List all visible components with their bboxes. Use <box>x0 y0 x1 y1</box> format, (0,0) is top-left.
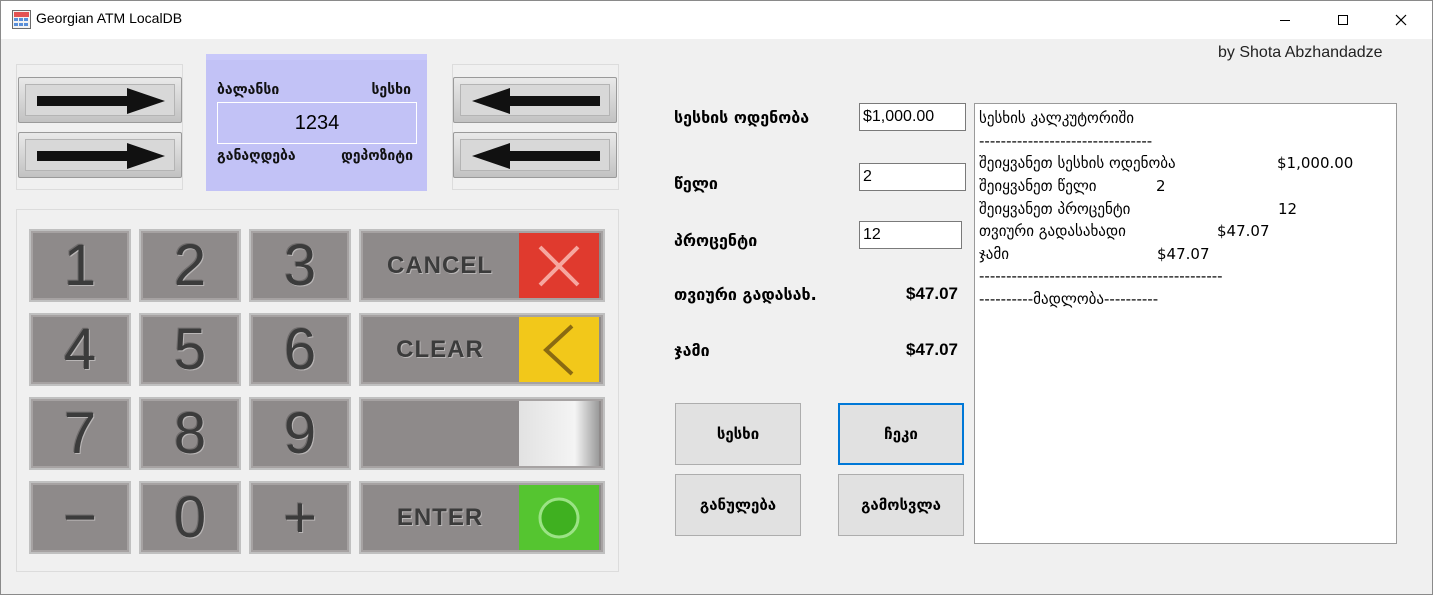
deposit-option: დეპოზიტი <box>341 148 413 164</box>
monthly-payment-value: $47.07 <box>906 284 958 303</box>
receipt-total-value: $47.07 <box>1157 245 1210 263</box>
minimize-icon <box>1280 19 1290 21</box>
close-icon <box>1395 14 1407 25</box>
key-plus[interactable]: + <box>249 481 351 554</box>
exit-button[interactable]: გამოსვლა <box>838 474 964 536</box>
arrow-left-icon <box>472 143 600 169</box>
key-8[interactable]: 8 <box>139 397 241 470</box>
receipt-years-label: შეიყვანეთ წელი <box>979 177 1097 195</box>
cancel-key[interactable]: CANCEL <box>359 229 605 302</box>
cancel-key-label: CANCEL <box>387 251 493 279</box>
total-value: $47.07 <box>906 340 958 359</box>
receipt-amount-label: შეიყვანეთ სესხის ოდენობა <box>979 154 1176 172</box>
total-label: ჯამი <box>674 341 710 360</box>
maximize-icon <box>1338 14 1348 25</box>
key-6[interactable]: 6 <box>249 313 351 386</box>
window-title: Georgian ATM LocalDB <box>36 10 183 26</box>
clear-key-label: CLEAR <box>396 335 484 363</box>
minimize-button[interactable] <box>1256 0 1314 39</box>
blank-key-swatch <box>519 401 599 466</box>
blank-key[interactable] <box>359 397 605 470</box>
balance-option: ბალანსი <box>217 82 280 98</box>
right-arrow-button-top[interactable] <box>453 77 617 123</box>
receipt-years-value: 2 <box>1156 177 1166 195</box>
key-9[interactable]: 9 <box>249 397 351 470</box>
key-5[interactable]: 5 <box>139 313 241 386</box>
receipt-separator-long: ----------------------------------------… <box>979 267 1223 285</box>
years-label: წელი <box>674 174 718 193</box>
arrow-right-icon <box>37 143 165 169</box>
key-0[interactable]: 0 <box>139 481 241 554</box>
key-1[interactable]: 1 <box>29 229 131 302</box>
receipt-button[interactable]: ჩეკი <box>838 403 964 465</box>
arrow-left-icon <box>472 88 600 114</box>
loan-button[interactable]: სესხი <box>675 403 801 465</box>
left-arrow-button-bottom[interactable] <box>18 132 182 178</box>
arrow-right-icon <box>37 88 165 114</box>
enter-key[interactable]: ENTER <box>359 481 605 554</box>
amount-label: სესხის ოდენობა <box>674 108 810 127</box>
receipt-thanks: ----------მადლობა---------- <box>979 290 1159 308</box>
receipt-amount-value: $1,000.00 <box>1277 154 1354 172</box>
enter-key-label: ENTER <box>396 503 484 531</box>
receipt-title: სესხის კალკუტორიში <box>979 109 1135 127</box>
amount-field[interactable]: $1,000.00 <box>859 103 966 131</box>
key-3[interactable]: 3 <box>249 229 351 302</box>
loan-option: სესხი <box>371 82 411 98</box>
receipt-separator: -------------------------------- <box>979 132 1153 150</box>
percent-label: პროცენტი <box>674 231 758 250</box>
right-arrow-button-bottom[interactable] <box>453 132 617 178</box>
receipt-percent-value: 12 <box>1278 200 1298 218</box>
key-minus[interactable]: − <box>29 481 131 554</box>
key-4[interactable]: 4 <box>29 313 131 386</box>
years-field[interactable]: 2 <box>859 163 966 191</box>
receipt-percent-label: შეიყვანეთ პროცენტი <box>979 200 1131 218</box>
enter-circle-icon <box>519 485 599 550</box>
key-7[interactable]: 7 <box>29 397 131 470</box>
key-2[interactable]: 2 <box>139 229 241 302</box>
monthly-payment-label: თვიური გადასახ. <box>674 285 817 304</box>
receipt-textbox[interactable]: სესხის კალკუტორიში ---------------------… <box>974 103 1397 544</box>
app-icon <box>12 10 31 29</box>
reset-button[interactable]: განულება <box>675 474 801 536</box>
percent-field[interactable]: 12 <box>859 221 962 249</box>
clear-key[interactable]: CLEAR <box>359 313 605 386</box>
withdraw-option: განაღდება <box>217 148 296 164</box>
receipt-monthly-label: თვიური გადასახადი <box>979 222 1126 240</box>
left-arrow-button-top[interactable] <box>18 77 182 123</box>
receipt-monthly-value: $47.07 <box>1217 222 1270 240</box>
atm-screen: ბალანსი სესხი 1234 განაღდება დეპოზიტი <box>206 54 427 191</box>
author-byline: by Shota Abzhandadze <box>1218 44 1383 61</box>
receipt-total-label: ჯამი <box>979 245 1010 263</box>
title-bar: Georgian ATM LocalDB <box>0 0 1433 39</box>
close-button[interactable] <box>1372 0 1430 39</box>
backspace-chevron-icon <box>519 317 599 382</box>
cancel-x-icon <box>519 233 599 298</box>
pin-display: 1234 <box>217 102 417 144</box>
maximize-button[interactable] <box>1314 0 1372 39</box>
